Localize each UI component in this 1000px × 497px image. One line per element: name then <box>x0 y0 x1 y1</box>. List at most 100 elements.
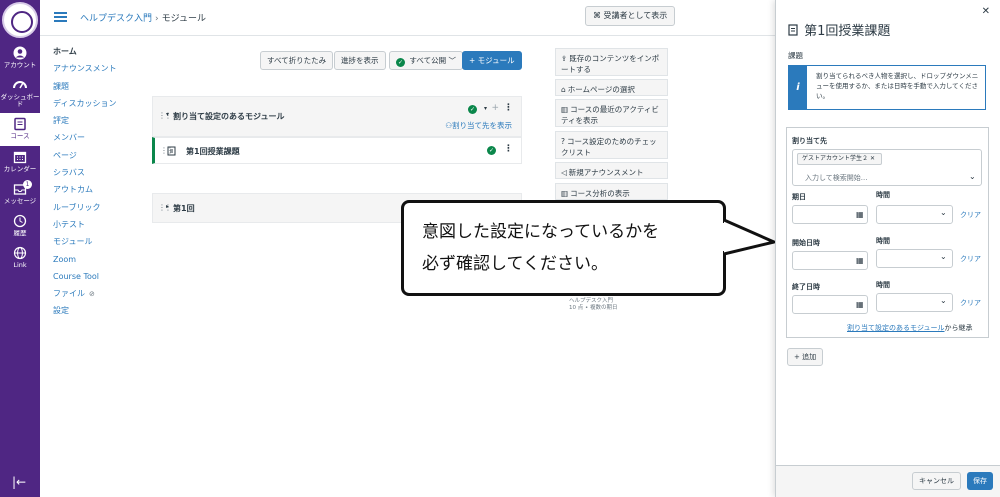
chevron-down-icon: ﹀ <box>448 56 456 65</box>
global-nav-history[interactable]: 履歴 <box>0 210 40 242</box>
available-from-label: 開始日時 <box>792 239 820 247</box>
global-nav-account[interactable]: アカウント <box>0 42 40 74</box>
dashboard-icon <box>13 81 27 89</box>
import-content-button[interactable]: ⇪ 既存のコンテンツをインポートする <box>555 48 668 76</box>
course-nav-home[interactable]: ホーム <box>53 46 133 63</box>
check-circle-icon: ✓ <box>396 58 405 67</box>
book-icon <box>14 118 26 131</box>
university-seal-logo[interactable] <box>2 2 38 38</box>
save-button[interactable]: 保存 <box>967 472 993 490</box>
publish-all-label: すべて公開 <box>409 56 447 65</box>
global-nav-label: メッセージ <box>3 196 37 205</box>
chevron-down-icon[interactable]: ⌄ <box>969 172 976 181</box>
calendar-icon[interactable]: ▦ <box>856 256 864 265</box>
add-card-button[interactable]: + 追加 <box>787 348 824 366</box>
global-nav-inbox[interactable]: 1 メッセージ <box>0 178 40 210</box>
course-nav-grades[interactable]: 評定 <box>53 115 133 132</box>
course-nav-modules[interactable]: モジュール <box>53 236 133 253</box>
collapse-all-button[interactable]: すべて折りたたみ <box>260 51 334 70</box>
collapse-nav-icon[interactable]: |← <box>12 475 26 489</box>
available-from-time-label: 時間 <box>876 237 890 245</box>
view-assign-to-link[interactable]: ⚇割り当て先を表示 <box>445 120 512 131</box>
bar-chart-icon: ▥ <box>561 189 569 198</box>
publish-menu-caret-icon[interactable]: ▾ <box>484 105 487 112</box>
student-view-button[interactable]: ⌘ 受講者として表示 <box>585 6 676 26</box>
todo-item-meta: 10 点 • 複数の期日 <box>569 305 618 311</box>
global-nav-courses[interactable]: コース <box>0 113 40 146</box>
clear-due-button[interactable]: クリア <box>960 210 981 220</box>
kebab-menu-icon[interactable]: ⋮ <box>504 144 513 154</box>
assignee-chip[interactable]: ゲストアカウント学生２ ✕ <box>797 153 882 165</box>
add-module-button[interactable]: + モジュール <box>462 51 522 70</box>
course-analytics-label: コース分析の表示 <box>570 189 630 198</box>
import-icon: ⇪ <box>561 54 568 63</box>
calendar-icon[interactable]: ▦ <box>856 210 864 219</box>
global-nav-dashboard[interactable]: ダッシュボード <box>0 74 40 113</box>
clear-until-button[interactable]: クリア <box>960 298 981 308</box>
until-label: 終了日時 <box>792 283 820 291</box>
add-item-icon[interactable]: + <box>491 103 499 113</box>
clear-available-from-button[interactable]: クリア <box>960 254 981 264</box>
choose-home-page-button[interactable]: ⌂ ホームページの選択 <box>555 79 668 96</box>
course-nav-announcements[interactable]: アナウンスメント <box>53 63 133 80</box>
module-title: 第1回 <box>173 204 195 213</box>
callout-line-2: 必ず確認してください。 <box>422 254 608 274</box>
inherited-suffix: から継承 <box>944 324 973 332</box>
course-nav-assignments[interactable]: 課題 <box>53 81 133 98</box>
due-date-label: 期日 <box>792 193 806 201</box>
course-setup-checklist-button[interactable]: ? コース設定のためのチェックリスト <box>555 131 668 159</box>
publish-all-button[interactable]: ✓ すべて公開 ﹀ <box>389 51 463 70</box>
new-announcement-label: 新規アナウンスメント <box>568 168 644 177</box>
course-activity-button[interactable]: ▥ コースの最近のアクティビティを表示 <box>555 99 668 127</box>
until-time-label: 時間 <box>876 281 890 289</box>
breadcrumb: ヘルプデスク入門 › モジュール <box>80 11 206 24</box>
course-nav-outcomes[interactable]: アウトカム <box>53 184 133 201</box>
choose-home-page-label: ホームページの選択 <box>567 85 635 94</box>
view-progress-button[interactable]: 進捗を表示 <box>334 51 386 70</box>
due-time-label: 時間 <box>876 191 890 199</box>
glasses-icon: ⌘ <box>593 11 601 20</box>
assignment-icon <box>167 146 176 156</box>
module-item-title[interactable]: 第1回授業課題 <box>186 146 240 157</box>
tray-subtitle: 課題 <box>788 51 803 60</box>
published-check-icon[interactable]: ✓ <box>468 105 477 114</box>
remove-chip-icon[interactable]: ✕ <box>870 155 875 162</box>
kebab-menu-icon[interactable]: ⋮ <box>504 103 513 113</box>
caret-down-icon[interactable]: ▾ <box>166 111 169 118</box>
global-nav-label: コース <box>10 132 30 141</box>
info-alert-text: 割り当てられるべき人物を選択し、ドロップダウンメニューを使用するか、または日時を… <box>816 72 979 100</box>
course-nav-files-row[interactable]: ファイル ⊘ <box>53 288 133 305</box>
breadcrumb-separator: › <box>155 14 159 24</box>
course-nav-discussions[interactable]: ディスカッション <box>53 98 133 115</box>
course-nav-rubrics[interactable]: ルーブリック <box>53 202 133 219</box>
close-icon[interactable]: ✕ <box>982 6 990 17</box>
course-nav-pages[interactable]: ページ <box>53 150 133 167</box>
breadcrumb-course-link[interactable]: ヘルプデスク入門 <box>80 14 152 24</box>
calendar-icon[interactable]: ▦ <box>856 300 864 309</box>
add-card-label: 追加 <box>802 353 817 361</box>
course-nav-settings[interactable]: 設定 <box>53 305 133 322</box>
module-item-row[interactable]: ⋮⋮ 第1回授業課題 ✓ ⋮ <box>152 137 522 164</box>
global-nav-label: カレンダー <box>3 164 37 173</box>
new-announcement-button[interactable]: ◁ 新規アナウンスメント <box>555 162 668 179</box>
course-nav-files[interactable]: ファイル <box>53 289 85 298</box>
hamburger-menu-icon[interactable] <box>54 12 67 22</box>
global-nav-calendar[interactable]: カレンダー <box>0 146 40 178</box>
search-placeholder: 入力して検索開始... <box>805 174 868 182</box>
course-nav-quizzes[interactable]: 小テスト <box>53 219 133 236</box>
course-nav-course-tool[interactable]: Course Tool <box>53 271 133 288</box>
caret-right-icon[interactable]: ▸ <box>166 203 169 210</box>
published-check-icon[interactable]: ✓ <box>487 146 496 155</box>
cancel-button[interactable]: キャンセル <box>912 472 961 490</box>
course-nav-zoom[interactable]: Zoom <box>53 254 133 271</box>
tray-title: 第1回授業課題 <box>788 20 890 39</box>
inherited-module-link[interactable]: 割り当て設定のあるモジュール <box>847 324 945 332</box>
import-content-label: 既存のコンテンツをインポートする <box>561 54 660 74</box>
course-nav-syllabus[interactable]: シラバス <box>53 167 133 184</box>
chevron-down-icon: ⌄ <box>940 296 947 305</box>
view-assign-to-label: 割り当て先を表示 <box>452 121 512 130</box>
chevron-down-icon: ⌄ <box>940 252 947 261</box>
course-analytics-button[interactable]: ▥ コース分析の表示 <box>555 183 668 200</box>
course-nav-people[interactable]: メンバー <box>53 132 133 149</box>
global-nav-link[interactable]: Link <box>0 242 40 274</box>
